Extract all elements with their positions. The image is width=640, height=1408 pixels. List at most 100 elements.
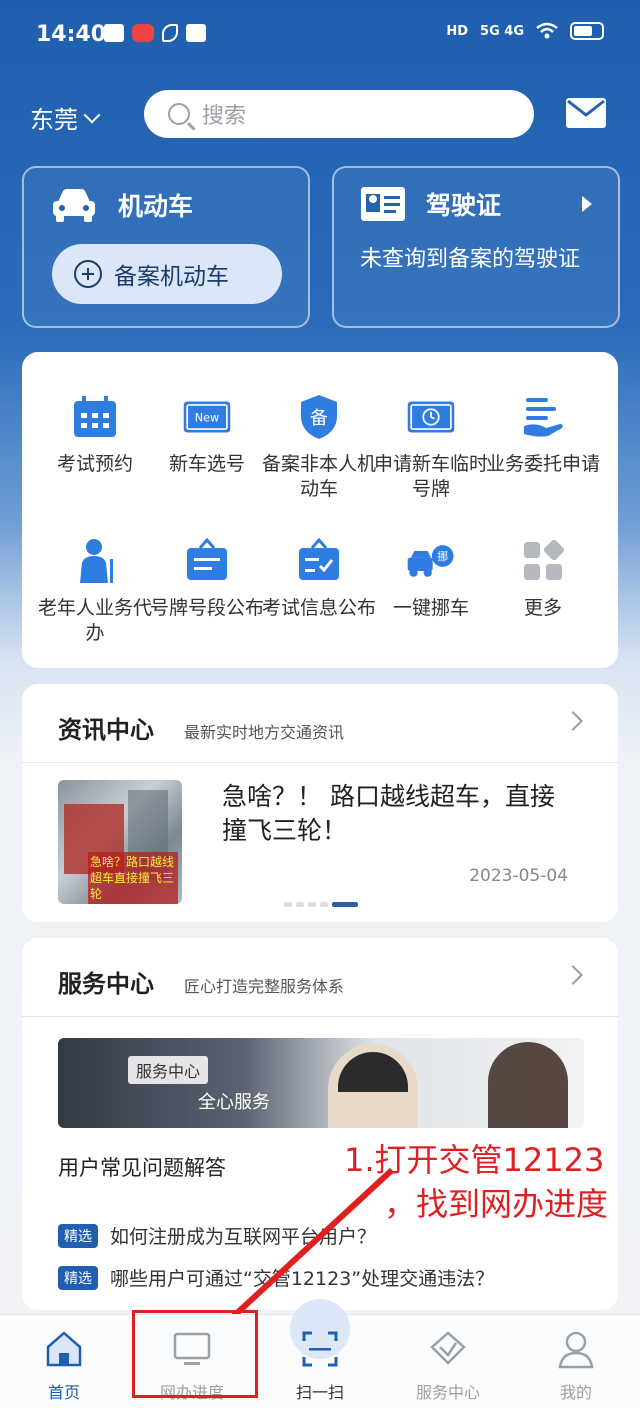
nav-label: 服务中心 [415, 1383, 480, 1402]
faq-tag: 精选 [58, 1223, 98, 1248]
vehicle-card-title: 机动车 [118, 192, 194, 221]
annotation-highlight-box [132, 1310, 258, 1398]
license-card-title: 驾驶证 [426, 191, 502, 220]
service-label: 考试信息公布 [261, 597, 376, 619]
id-card-icon [361, 187, 405, 221]
register-vehicle-button[interactable]: 备案机动车 [52, 244, 282, 304]
status-right: HD 5G 4G [446, 22, 604, 40]
plus-icon [74, 260, 102, 288]
bottom-nav: 首页 网办进度 扫一扫 服务中心 我的 [0, 1299, 640, 1408]
shield-icon: 备 [301, 395, 337, 439]
square-notification-icon [186, 24, 206, 42]
clock-plate-icon [407, 401, 455, 433]
notification-icons [104, 24, 206, 42]
service-label: 业务委托申请 [485, 453, 600, 475]
vehicle-card[interactable]: 机动车 备案机动车 [22, 166, 310, 328]
faq-title[interactable]: 用户常见问题解答 [58, 1152, 226, 1182]
nav-label: 首页 [47, 1383, 80, 1402]
license-card[interactable]: 驾驶证 未查询到备案的驾驶证 [332, 166, 620, 328]
annotation-line-2: ，找到网办进度 [384, 1185, 609, 1223]
service-banner-badge: 服务中心 [128, 1056, 209, 1084]
news-headline[interactable]: 急啥？！ 路口越线超车，直接撞飞三轮！ [222, 780, 572, 848]
service-label: 考试预约 [56, 453, 133, 475]
faq-question: 哪些用户可通过“交管12123”处理交通违法？ [110, 1268, 495, 1290]
app-notification-icon [132, 24, 154, 42]
service-grid: 考试预约 New 新车选号 备 备案非本人机动车 申请新车临时号牌 业务委托申请… [22, 352, 618, 668]
wifi-icon [536, 22, 558, 39]
more-icon [524, 540, 564, 580]
annotation-line-1: 1.打开交管12123 [344, 1141, 605, 1179]
carousel-dot [320, 902, 328, 907]
new-plate-icon: New [183, 401, 231, 433]
move-car-badge: 挪 [437, 549, 448, 563]
service-label: 申请新车临时号牌 [373, 453, 488, 500]
chevron-down-icon [83, 106, 101, 123]
license-message: 未查询到备案的驾驶证 [360, 247, 581, 272]
news-center-card: 资讯中心 最新实时地方交通资讯 急啥？路口越线超车直接撞飞三轮 急啥？！ 路口越… [22, 684, 618, 922]
nav-scan[interactable]: 扫一扫 [260, 1329, 380, 1403]
nav-home[interactable]: 首页 [4, 1329, 124, 1403]
service-label: 新车选号 [168, 453, 245, 475]
register-vehicle-label: 备案机动车 [114, 264, 229, 290]
service-more[interactable]: 更多 [484, 536, 602, 621]
new-plate-badge: New [195, 411, 219, 424]
service-label: 备案非本人机动车 [261, 453, 376, 500]
news-thumbnail[interactable]: 急啥？路口越线超车直接撞飞三轮 [58, 780, 182, 904]
chevron-right-icon[interactable] [563, 965, 583, 985]
chevron-right-icon [582, 196, 592, 212]
board-check-icon [299, 538, 339, 580]
shield-badge: 备 [310, 408, 328, 429]
call-icon [162, 24, 178, 42]
service-plate-segment[interactable]: 号牌号段公布 [148, 536, 266, 621]
faq-question: 如何注册成为互联网平台用户？ [110, 1226, 377, 1248]
network-icon: HD [446, 23, 469, 39]
city-selector[interactable]: 东莞 [30, 100, 101, 135]
service-center-title: 服务中心 [58, 970, 154, 998]
faq-item[interactable]: 精选 哪些用户可通过“交管12123”处理交通违法？ [58, 1264, 494, 1291]
service-center-icon [430, 1331, 466, 1365]
service-register-other-vehicle[interactable]: 备 备案非本人机动车 [260, 392, 378, 502]
service-new-plate[interactable]: New 新车选号 [148, 392, 266, 477]
tow-truck-icon: 挪 [407, 545, 454, 577]
search-icon [168, 103, 190, 125]
nav-mine[interactable]: 我的 [516, 1329, 636, 1403]
calendar-icon [74, 396, 116, 437]
battery-icon [570, 22, 604, 40]
service-center-header[interactable]: 服务中心 匠心打造完整服务体系 [58, 964, 344, 999]
carousel-indicator [284, 902, 358, 907]
service-delegation[interactable]: 业务委托申请 [484, 392, 602, 477]
tutorial-annotation: 1.打开交管12123 ，找到网办进度 [344, 1138, 608, 1226]
thumb-caption: 急啥？路口越线超车直接撞飞三轮 [88, 852, 178, 904]
nav-label: 我的 [559, 1383, 592, 1402]
faq-item[interactable]: 精选 如何注册成为互联网平台用户？ [58, 1222, 376, 1249]
chevron-right-icon[interactable] [563, 711, 583, 731]
scan-icon [302, 1331, 338, 1367]
carousel-dot [284, 902, 292, 907]
carousel-dot [296, 902, 304, 907]
sign-icon [187, 538, 227, 580]
service-exam-info[interactable]: 考试信息公布 [260, 536, 378, 621]
service-banner[interactable]: 服务中心 全心服务 [58, 1038, 584, 1128]
service-label: 一键挪车 [392, 597, 469, 619]
news-title: 资讯中心 [58, 716, 154, 744]
elder-icon [80, 539, 113, 583]
service-center-card: 服务中心 匠心打造完整服务体系 服务中心 全心服务 用户常见问题解答 精选 如何… [22, 938, 618, 1310]
service-elder-agent[interactable]: 老年人业务代办 [36, 536, 154, 646]
signal-label: 5G 4G [480, 23, 524, 39]
user-icon [558, 1331, 594, 1369]
nav-service-center[interactable]: 服务中心 [388, 1329, 508, 1403]
service-banner-text: 全心服务 [198, 1092, 270, 1113]
mail-icon[interactable] [566, 98, 606, 128]
service-center-subtitle: 匠心打造完整服务体系 [184, 977, 345, 996]
service-exam-booking[interactable]: 考试预约 [36, 392, 154, 477]
carousel-dot-active [332, 902, 358, 907]
search-placeholder: 搜索 [202, 104, 247, 129]
nav-label: 扫一扫 [295, 1383, 344, 1402]
search-input[interactable]: 搜索 [144, 90, 534, 138]
carousel-dot [308, 902, 316, 907]
divider [22, 762, 618, 763]
service-move-car[interactable]: 挪 一键挪车 [372, 536, 490, 621]
service-temporary-plate[interactable]: 申请新车临时号牌 [372, 392, 490, 502]
news-subtitle: 最新实时地方交通资讯 [184, 723, 345, 742]
news-header[interactable]: 资讯中心 最新实时地方交通资讯 [58, 710, 344, 745]
